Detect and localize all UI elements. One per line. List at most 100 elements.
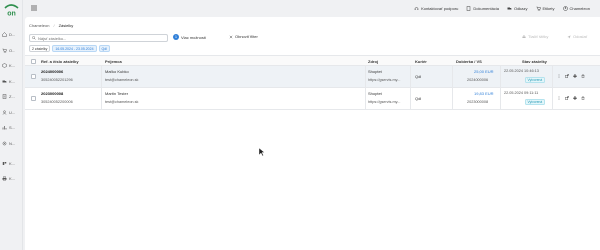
- status-badge: Vytvorená: [525, 77, 545, 83]
- main-panel: Chameleon / Zásielky 1 Viac možností Obn…: [25, 17, 600, 250]
- cart-icon: [536, 6, 541, 11]
- row-checkbox[interactable]: [31, 96, 36, 101]
- cart-icon: [2, 48, 7, 53]
- sidebar-item-label: S...: [9, 124, 16, 130]
- list-icon: [2, 93, 7, 99]
- sidebar-item-dashboard[interactable]: D...: [2, 29, 22, 39]
- variable-symbol: 2023000008: [467, 100, 489, 104]
- sidebar-item-integrations[interactable]: K...: [2, 158, 22, 168]
- users-icon: [2, 110, 7, 115]
- row-checkbox[interactable]: [31, 74, 36, 79]
- send-label: Odoslať: [573, 34, 588, 39]
- sidebar-item-settings[interactable]: N...: [2, 138, 22, 148]
- support-label: Kontaktovať podporu: [421, 5, 459, 11]
- reset-filter-button[interactable]: Obnoviť filter: [229, 34, 258, 39]
- search-icon: [32, 36, 36, 40]
- header-courier[interactable]: Kuriér: [415, 59, 427, 64]
- chameleon-logo[interactable]: on: [3, 3, 20, 17]
- sidebar-item-couriers[interactable]: K...: [2, 76, 22, 86]
- header-recipient[interactable]: Príjemca: [105, 59, 122, 64]
- sidebar-item-label: O...: [9, 47, 16, 53]
- select-all-checkbox[interactable]: [31, 59, 36, 64]
- printer-icon[interactable]: [573, 96, 577, 100]
- date-range-chip[interactable]: 16.05.2024 - 23.05.2024: [52, 45, 97, 52]
- printer-icon: [2, 175, 7, 181]
- breadcrumb: Chameleon / Zásielky: [29, 23, 73, 28]
- mouse-cursor-icon: [259, 148, 265, 156]
- created-date: 22.05.2024 10:46:13: [504, 69, 539, 73]
- truck-icon: [2, 80, 7, 82]
- order-ref[interactable]: 2024000006: [41, 69, 63, 74]
- more-options-label: Viac možností: [181, 34, 207, 40]
- variable-symbol: 2024000006: [467, 78, 489, 82]
- row-actions: [557, 96, 585, 100]
- source-url[interactable]: https://gservis.my...: [368, 100, 400, 104]
- headset-icon: [414, 6, 419, 10]
- pickups-label: Odkazy: [513, 5, 528, 11]
- logo-text: on: [7, 11, 16, 18]
- source-name: Shoptet: [368, 69, 382, 74]
- truck-icon: [507, 7, 512, 9]
- send-button[interactable]: Odoslať: [567, 34, 587, 39]
- menu-toggle-icon[interactable]: [30, 4, 38, 12]
- sidebar-item-stats[interactable]: S...: [2, 122, 22, 132]
- breadcrumb-root[interactable]: Chameleon: [29, 23, 49, 28]
- user-menu[interactable]: Chameleon: [562, 5, 590, 11]
- printer-icon[interactable]: [573, 74, 577, 78]
- table-header: Ref. a číslo zásielky Príjemca Zdroj Kur…: [25, 55, 600, 66]
- puzzle-icon: [2, 161, 7, 165]
- support-link[interactable]: Kontaktovať podporu: [414, 6, 458, 11]
- user-avatar-icon: [562, 5, 568, 11]
- close-icon: [229, 35, 233, 38]
- user-name: Chameleon: [569, 5, 590, 11]
- sidebar-item-users[interactable]: U...: [2, 107, 22, 117]
- search-box[interactable]: [29, 34, 168, 42]
- labels-link[interactable]: Etikety: [536, 6, 555, 11]
- trash-icon[interactable]: [581, 96, 585, 100]
- search-input[interactable]: [38, 35, 158, 41]
- sidebar-item-printers[interactable]: K...: [2, 173, 22, 183]
- created-date: 22.05.2024 09:11:11: [504, 91, 539, 95]
- pickups-link[interactable]: Odkazy: [507, 6, 528, 11]
- header-ref[interactable]: Ref. a číslo zásielky: [41, 59, 79, 64]
- sidebar-item-orders[interactable]: O...: [2, 45, 22, 55]
- sidebar-item-catalog[interactable]: K...: [2, 60, 22, 70]
- cube-icon: [2, 62, 7, 68]
- cod-amount: 19,83 EUR: [474, 91, 494, 96]
- courier-filter-chip[interactable]: Qdl: [98, 45, 110, 52]
- recipient-name: Martin Tester: [105, 91, 129, 96]
- more-options-button[interactable]: 1 Viac možností: [173, 34, 206, 40]
- sidebar-item-shipments[interactable]: Z...: [2, 91, 22, 101]
- order-ref[interactable]: 2023000008: [41, 91, 63, 96]
- sidebar-item-label: D...: [9, 31, 16, 37]
- source-url[interactable]: https://gservis.my...: [368, 78, 400, 82]
- more-vertical-icon[interactable]: [557, 96, 561, 100]
- open-external-icon[interactable]: [565, 74, 569, 78]
- header-source[interactable]: Zdroj: [368, 59, 378, 64]
- more-vertical-icon[interactable]: [557, 74, 561, 78]
- open-external-icon[interactable]: [565, 96, 569, 100]
- print-labels-label: Tlačiť štítky: [528, 34, 549, 39]
- docs-label: Dokumentácia: [473, 5, 499, 11]
- labels-label: Etikety: [542, 5, 555, 11]
- active-filters: 2 zásielky 16.05.2024 - 23.05.2024 Qdl: [29, 45, 110, 52]
- table-row[interactable]: 2023000008 305240052200006 Martin Tester…: [25, 88, 600, 110]
- recipient-email: test@chameleon.sk: [105, 100, 139, 104]
- header-status[interactable]: Stav zásielky: [522, 59, 547, 64]
- sidebar-item-label: Z...: [9, 93, 15, 99]
- tracking-number: 305240052200006: [41, 100, 73, 104]
- sidebar-item-label: K...: [9, 175, 16, 181]
- trash-icon[interactable]: [581, 74, 585, 78]
- sidebar-item-label: N...: [9, 140, 16, 146]
- sidebar-item-label: K...: [9, 62, 16, 68]
- courier-name: Qdl: [415, 96, 422, 101]
- header-cod[interactable]: Dobierka / VS: [456, 59, 482, 64]
- reset-filter-label: Obnoviť filter: [235, 34, 258, 39]
- settings-icon: [2, 141, 7, 145]
- docs-link[interactable]: Dokumentácia: [466, 6, 499, 11]
- topbar: Kontaktovať podporu Dokumentácia Odkazy …: [414, 4, 590, 12]
- table-row[interactable]: 2024000006 305240052201296 Maťko Kubko t…: [25, 66, 600, 88]
- print-labels-button[interactable]: Tlačiť štítky: [522, 34, 548, 39]
- send-icon: [567, 34, 571, 39]
- printer-icon: [522, 34, 526, 38]
